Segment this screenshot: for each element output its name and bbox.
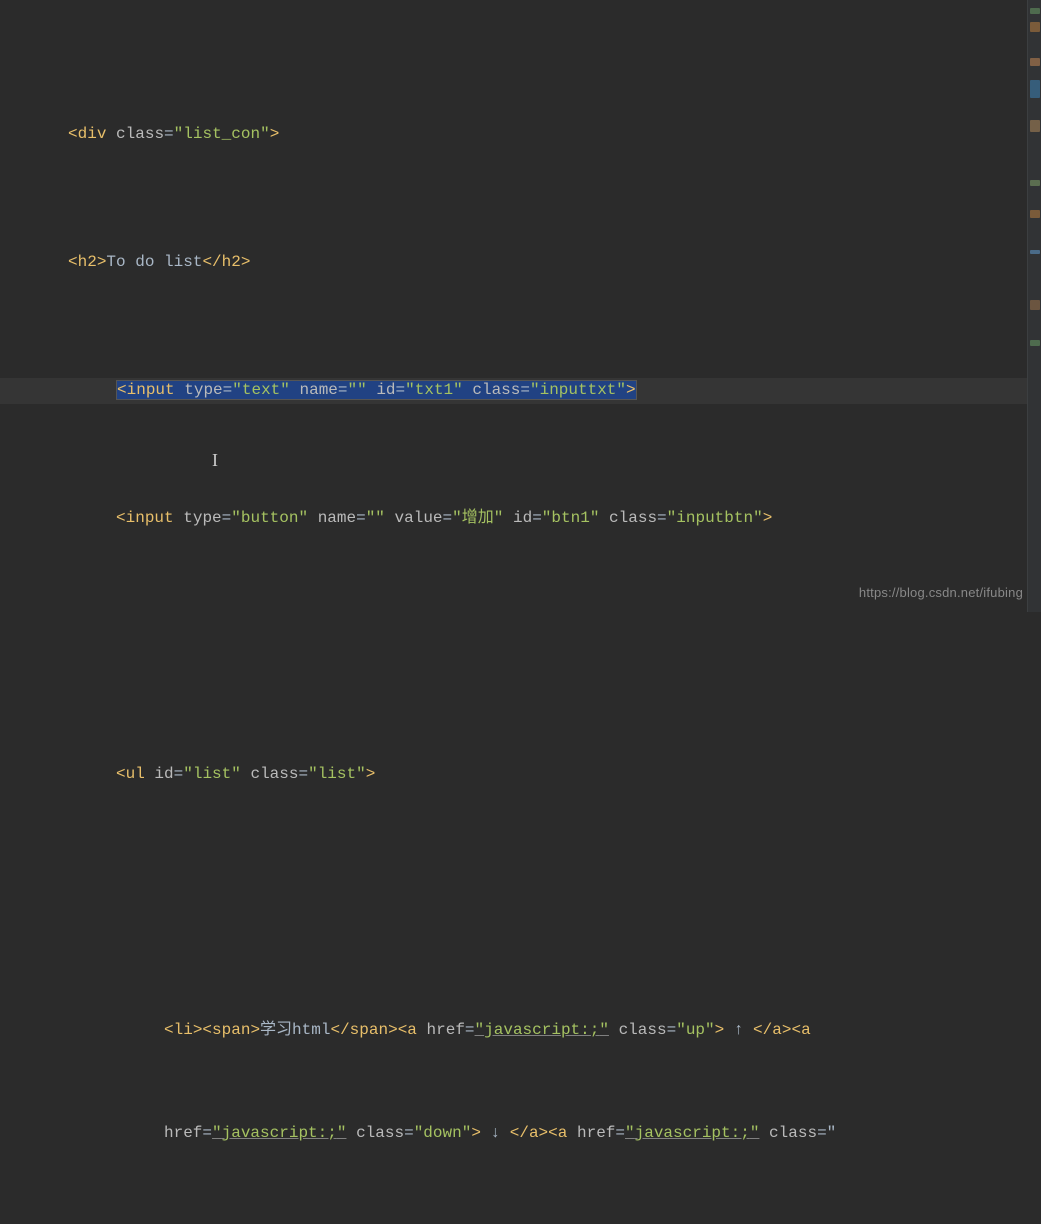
minimap-chunk	[1030, 8, 1040, 14]
code-line-selected[interactable]: <input type="text" name="" id="txt1" cla…	[0, 378, 1041, 404]
code-line[interactable]: <h2>To do list</h2>	[0, 250, 1041, 276]
attr-class: class	[116, 125, 164, 143]
minimap-chunk	[1030, 340, 1040, 346]
code-line[interactable]: <li><span>学习html</span><a href="javascri…	[0, 1018, 1041, 1044]
code-line-wrap[interactable]: href="javascript:;" class="down"> ↓ </a>…	[0, 1121, 1041, 1147]
code-line-blank[interactable]	[0, 890, 1041, 916]
minimap-chunk	[1030, 80, 1040, 98]
arrow-down: ↓	[481, 1124, 510, 1142]
code-editor[interactable]: <div class="list_con"> <h2>To do list</h…	[0, 0, 1041, 1224]
minimap-chunk	[1030, 210, 1040, 218]
span-text: 学习html	[260, 1021, 330, 1039]
watermark-text: https://blog.csdn.net/ifubing	[859, 583, 1023, 604]
code-line-blank[interactable]	[0, 634, 1041, 660]
code-line-wrap[interactable]: del">删除</a></li>	[0, 1223, 1041, 1224]
str-list-con: "list_con"	[174, 125, 270, 143]
minimap-chunk	[1030, 180, 1040, 186]
minimap-chunk	[1030, 120, 1040, 132]
tag-ul: ul	[126, 765, 145, 783]
tag-open: <	[68, 125, 78, 143]
minimap-chunk	[1030, 300, 1040, 310]
h2-text: To do list	[106, 253, 202, 271]
selection: <input type="text" name="" id="txt1" cla…	[116, 380, 637, 400]
arrow-up: ↑	[724, 1021, 753, 1039]
minimap[interactable]	[1027, 0, 1041, 612]
tag-input: input	[126, 509, 174, 527]
minimap-chunk	[1030, 58, 1040, 66]
minimap-chunk	[1030, 22, 1040, 32]
minimap-chunk	[1030, 250, 1040, 254]
code-line[interactable]: <input type="button" name="" value="增加" …	[0, 506, 1041, 532]
tag-input: input	[127, 381, 175, 399]
tag-div: div	[78, 125, 107, 143]
code-line[interactable]: <div class="list_con">	[0, 122, 1041, 148]
text-cursor-icon: I	[212, 446, 218, 475]
code-line[interactable]: <ul id="list" class="list">	[0, 762, 1041, 788]
tag-h2: h2	[78, 253, 97, 271]
